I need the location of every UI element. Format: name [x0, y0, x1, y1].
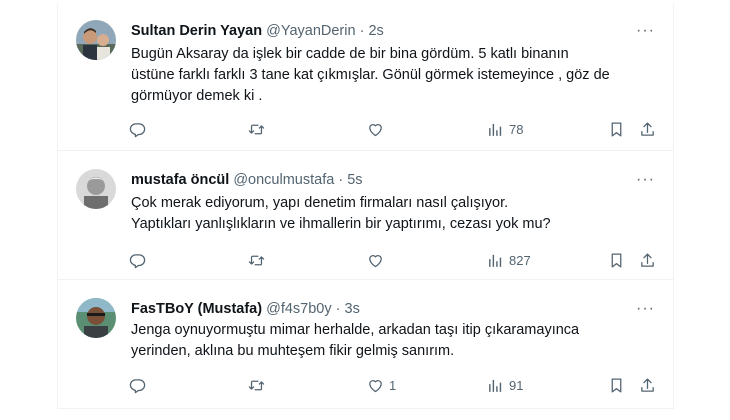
bookmark-button[interactable]: [608, 375, 625, 395]
more-icon[interactable]: ···: [636, 23, 655, 39]
views-button[interactable]: 827: [487, 250, 531, 270]
view-count: 827: [509, 252, 531, 268]
tweet-text: Jenga oynuyormuştu mimar herhalde, arkad…: [131, 320, 651, 362]
tweet-header: FasTBoY (Mustafa) @f4s7b0y · 3s: [131, 300, 360, 318]
reply-icon: [129, 378, 146, 393]
view-count: 78: [509, 121, 524, 137]
tweet-header: mustafa öncül @onculmustafa · 5s: [131, 171, 363, 189]
retweet-button[interactable]: [248, 250, 265, 270]
more-icon[interactable]: ···: [636, 301, 655, 317]
reply-button[interactable]: [129, 250, 146, 270]
tweet-text-line: Çok merak ediyorum, yapı denetim firmala…: [131, 195, 509, 211]
bookmark-icon: [611, 252, 622, 268]
like-button[interactable]: [367, 250, 389, 270]
tweet-actions: 78: [58, 119, 673, 139]
avatar[interactable]: [76, 20, 116, 60]
share-button[interactable]: [639, 119, 656, 139]
share-icon: [641, 121, 654, 136]
tweet[interactable]: Sultan Derin Yayan @YayanDerin · 2s ··· …: [58, 4, 673, 151]
views-icon: [489, 379, 502, 392]
tweet[interactable]: FasTBoY (Mustafa) @f4s7b0y · 3s ··· Jeng…: [58, 280, 673, 408]
share-button[interactable]: [639, 250, 656, 270]
share-icon: [641, 252, 654, 267]
reply-button[interactable]: [129, 119, 146, 139]
tweet-text-line: Yaptıkları yanlışlıkların ve ihmallerin …: [131, 216, 551, 232]
separator-dot: ·: [359, 23, 365, 39]
avatar[interactable]: [76, 298, 116, 338]
retweet-button[interactable]: [248, 119, 265, 139]
timestamp[interactable]: 5s: [347, 172, 362, 188]
timestamp[interactable]: 2s: [368, 23, 383, 39]
tweet-text-line: yerinden, aklına bu muhteşem fikir gelmi…: [131, 343, 455, 359]
views-icon: [489, 254, 502, 267]
tweet-text-line: üstüne farklı farklı 3 tane kat çıkmışla…: [131, 67, 610, 83]
tweet-text-line: görmüyor demek ki .: [131, 88, 263, 104]
tweet-text-line: Jenga oynuyormuştu mimar herhalde, arkad…: [131, 322, 580, 338]
bookmark-button[interactable]: [608, 250, 625, 270]
like-icon: [369, 254, 382, 267]
bookmark-icon: [611, 377, 622, 393]
like-button[interactable]: 1: [367, 375, 396, 395]
author-handle[interactable]: @YayanDerin: [266, 23, 355, 39]
views-button[interactable]: 91: [487, 375, 523, 395]
bookmark-button[interactable]: [608, 119, 625, 139]
timeline: Sultan Derin Yayan @YayanDerin · 2s ··· …: [57, 4, 674, 409]
bookmark-icon: [611, 121, 622, 137]
retweet-icon: [248, 380, 265, 390]
more-icon[interactable]: ···: [636, 172, 655, 188]
retweet-icon: [248, 255, 265, 265]
reply-icon: [129, 122, 146, 137]
separator-dot: ·: [335, 301, 341, 317]
tweet-actions: 827: [58, 250, 673, 270]
retweet-icon: [248, 124, 265, 134]
timestamp[interactable]: 3s: [345, 301, 360, 317]
like-icon: [369, 379, 382, 392]
author-handle[interactable]: @f4s7b0y: [266, 301, 332, 317]
retweet-button[interactable]: [248, 375, 265, 395]
tweet-actions: 1 91: [58, 375, 673, 395]
tweet-header: Sultan Derin Yayan @YayanDerin · 2s: [131, 22, 384, 40]
reply-button[interactable]: [129, 375, 146, 395]
author-name[interactable]: mustafa öncül: [131, 172, 229, 188]
views-button[interactable]: 78: [487, 119, 523, 139]
share-button[interactable]: [639, 375, 656, 395]
author-handle[interactable]: @onculmustafa: [233, 172, 334, 188]
tweet-text-line: Bugün Aksaray da işlek bir cadde de bir …: [131, 46, 569, 62]
author-name[interactable]: Sultan Derin Yayan: [131, 23, 262, 39]
like-count: 1: [389, 377, 397, 393]
tweet-text: Çok merak ediyorum, yapı denetim firmala…: [131, 193, 651, 235]
share-icon: [641, 377, 654, 392]
avatar[interactable]: [76, 169, 116, 209]
views-icon: [489, 123, 502, 136]
like-button[interactable]: [367, 119, 389, 139]
view-count: 91: [509, 377, 524, 393]
separator-dot: ·: [338, 172, 344, 188]
like-icon: [369, 123, 382, 136]
author-name[interactable]: FasTBoY (Mustafa): [131, 301, 262, 317]
reply-icon: [129, 253, 146, 268]
tweet[interactable]: mustafa öncül @onculmustafa · 5s ··· Çok…: [58, 151, 673, 280]
tweet-text: Bugün Aksaray da işlek bir cadde de bir …: [131, 44, 651, 107]
